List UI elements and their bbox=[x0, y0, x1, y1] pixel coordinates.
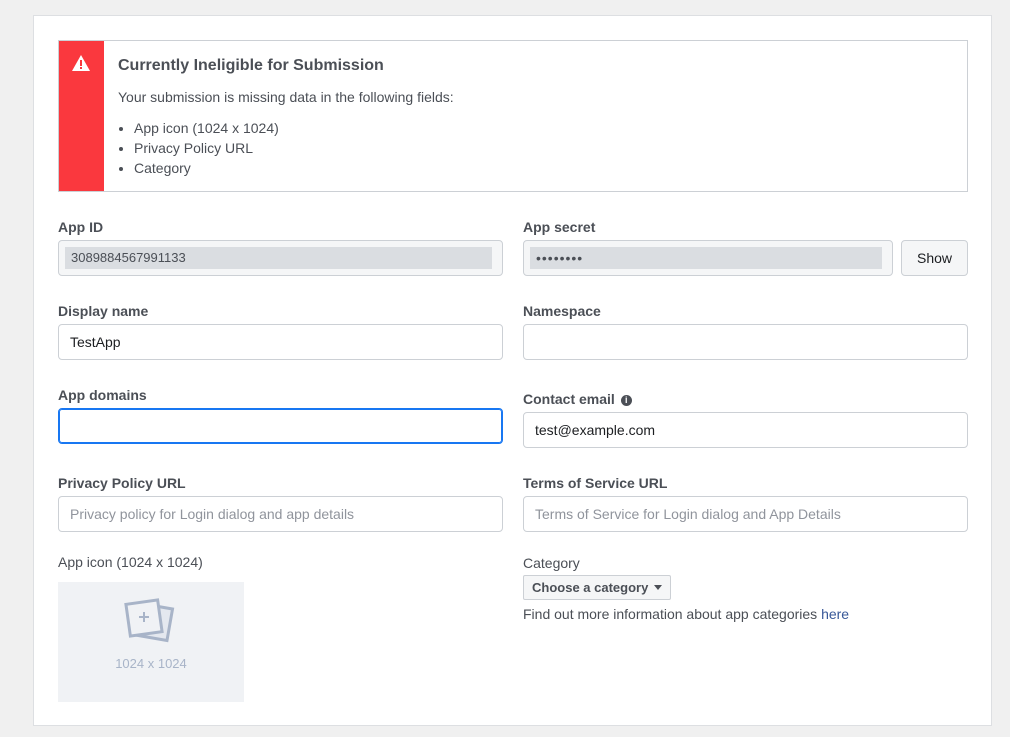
icon-size-text: 1024 x 1024 bbox=[115, 656, 187, 671]
missing-field-item: App icon (1024 x 1024) bbox=[134, 118, 279, 138]
contact-email-label-wrap: Contact email i bbox=[523, 391, 632, 407]
display-name-label: Display name bbox=[58, 303, 149, 319]
contact-email-label: Contact email bbox=[523, 391, 615, 407]
alert-stripe bbox=[59, 41, 104, 191]
app-icon-label: App icon (1024 x 1024) bbox=[58, 554, 203, 570]
namespace-input[interactable] bbox=[523, 324, 968, 360]
warning-icon bbox=[72, 55, 90, 71]
category-help-link[interactable]: here bbox=[821, 606, 849, 622]
alert-title: Currently Ineligible for Submission bbox=[118, 57, 384, 74]
app-secret-field[interactable]: •••••••• bbox=[523, 240, 893, 276]
choose-category-button[interactable]: Choose a category bbox=[523, 575, 672, 600]
privacy-url-input[interactable] bbox=[58, 496, 503, 532]
app-id-value: 3089884567991133 bbox=[65, 247, 492, 269]
category-help: Find out more information about app cate… bbox=[523, 606, 849, 622]
info-icon[interactable]: i bbox=[620, 395, 632, 406]
choose-category-label: Choose a category bbox=[532, 580, 649, 595]
image-upload-icon bbox=[124, 598, 175, 643]
category-label: Category bbox=[523, 555, 580, 571]
tos-url-input[interactable] bbox=[523, 496, 968, 532]
display-name-input[interactable] bbox=[58, 324, 503, 360]
app-icon-upload[interactable]: 1024 x 1024 bbox=[58, 582, 244, 702]
app-secret-value: •••••••• bbox=[530, 247, 882, 269]
basic-settings-panel: Currently Ineligible for Submission Your… bbox=[33, 15, 992, 726]
contact-email-input[interactable] bbox=[523, 412, 968, 448]
app-domains-label: App domains bbox=[58, 387, 147, 403]
caret-down-icon bbox=[654, 585, 663, 590]
privacy-url-label: Privacy Policy URL bbox=[58, 475, 186, 491]
category-help-text: Find out more information about app cate… bbox=[523, 606, 822, 622]
missing-field-item: Privacy Policy URL bbox=[134, 138, 279, 158]
tos-url-label: Terms of Service URL bbox=[523, 475, 668, 491]
missing-fields-list: App icon (1024 x 1024) Privacy Policy UR… bbox=[118, 118, 279, 178]
show-secret-button[interactable]: Show bbox=[901, 240, 968, 276]
alert-message: Your submission is missing data in the f… bbox=[118, 89, 454, 105]
ineligible-alert: Currently Ineligible for Submission Your… bbox=[58, 40, 968, 192]
app-id-field[interactable]: 3089884567991133 bbox=[58, 240, 503, 276]
app-domains-input[interactable] bbox=[58, 408, 503, 444]
namespace-label: Namespace bbox=[523, 303, 601, 319]
missing-field-item: Category bbox=[134, 158, 279, 178]
app-id-label: App ID bbox=[58, 219, 104, 235]
app-secret-label: App secret bbox=[523, 219, 596, 235]
